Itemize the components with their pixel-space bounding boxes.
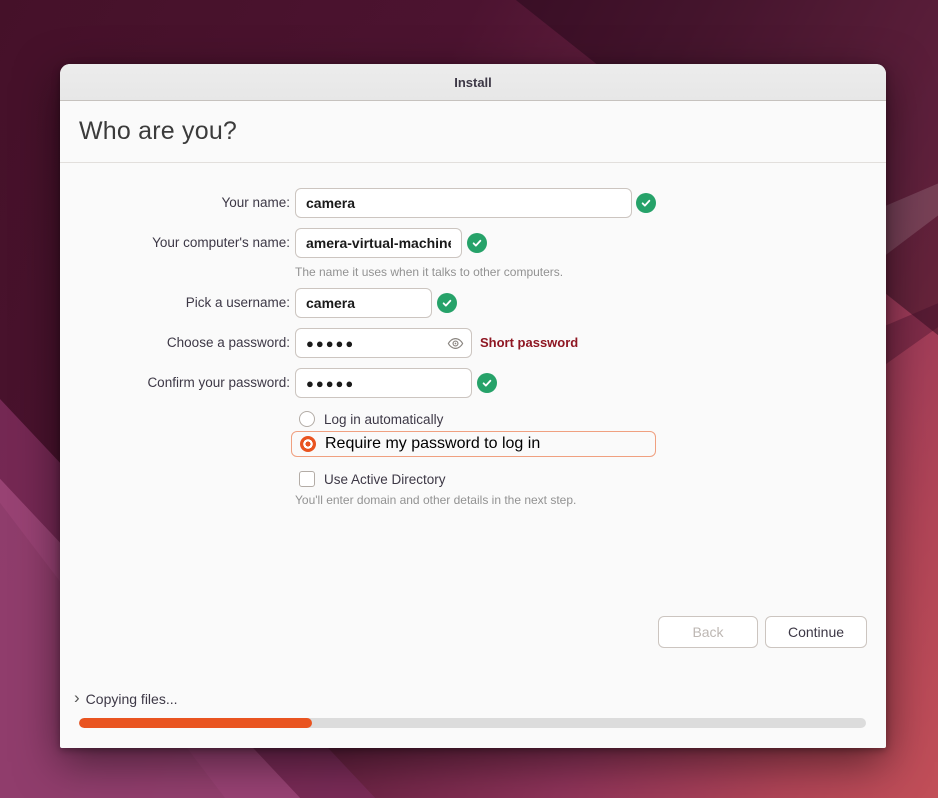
hostname-field-wrap	[295, 228, 462, 258]
installer-window: Install Who are you? Your name: Your com…	[60, 64, 886, 748]
password-field-wrap	[295, 328, 472, 358]
back-button[interactable]: Back	[658, 616, 758, 648]
page-header: Who are you?	[60, 101, 886, 163]
active-directory-option[interactable]: Use Active Directory	[299, 469, 446, 489]
name-field-wrap	[295, 188, 632, 218]
window-titlebar[interactable]: Install	[60, 64, 886, 101]
name-valid-check-icon	[636, 193, 656, 213]
username-valid-check-icon	[437, 293, 457, 313]
reveal-password-eye-icon[interactable]	[445, 333, 465, 353]
page-title: Who are you?	[60, 117, 237, 146]
confirm-password-label: Confirm your password:	[68, 368, 290, 398]
hostname-input[interactable]	[295, 228, 462, 258]
progress-bar	[79, 718, 866, 728]
confirm-password-field-wrap	[295, 368, 472, 398]
username-field-wrap	[295, 288, 432, 318]
hostname-hint: The name it uses when it talks to other …	[295, 265, 563, 279]
checkbox-unchecked-icon[interactable]	[299, 471, 315, 487]
require-password-option[interactable]: Require my password to log in	[291, 431, 656, 457]
login-automatically-option[interactable]: Log in automatically	[299, 409, 443, 429]
progress-expander[interactable]: › Copying files...	[74, 690, 178, 708]
radio-unselected-icon[interactable]	[299, 411, 315, 427]
username-input[interactable]	[295, 288, 432, 318]
username-label: Pick a username:	[68, 288, 290, 318]
chevron-right-icon: ›	[74, 689, 80, 707]
login-automatically-label: Log in automatically	[324, 412, 443, 427]
confirm-valid-check-icon	[477, 373, 497, 393]
hostname-label: Your computer's name:	[68, 228, 290, 258]
radio-selected-icon[interactable]	[300, 436, 316, 452]
password-warning: Short password	[480, 328, 578, 358]
require-password-label: Require my password to log in	[325, 435, 540, 453]
active-directory-hint: You'll enter domain and other details in…	[295, 493, 576, 507]
progress-fill	[79, 718, 312, 728]
name-input[interactable]	[295, 188, 632, 218]
window-title: Install	[454, 75, 492, 90]
active-directory-label: Use Active Directory	[324, 472, 446, 487]
confirm-password-input[interactable]	[295, 368, 472, 398]
continue-button[interactable]: Continue	[765, 616, 867, 648]
password-label: Choose a password:	[68, 328, 290, 358]
name-label: Your name:	[68, 188, 290, 218]
progress-status-label: Copying files...	[86, 691, 178, 707]
hostname-valid-check-icon	[467, 233, 487, 253]
